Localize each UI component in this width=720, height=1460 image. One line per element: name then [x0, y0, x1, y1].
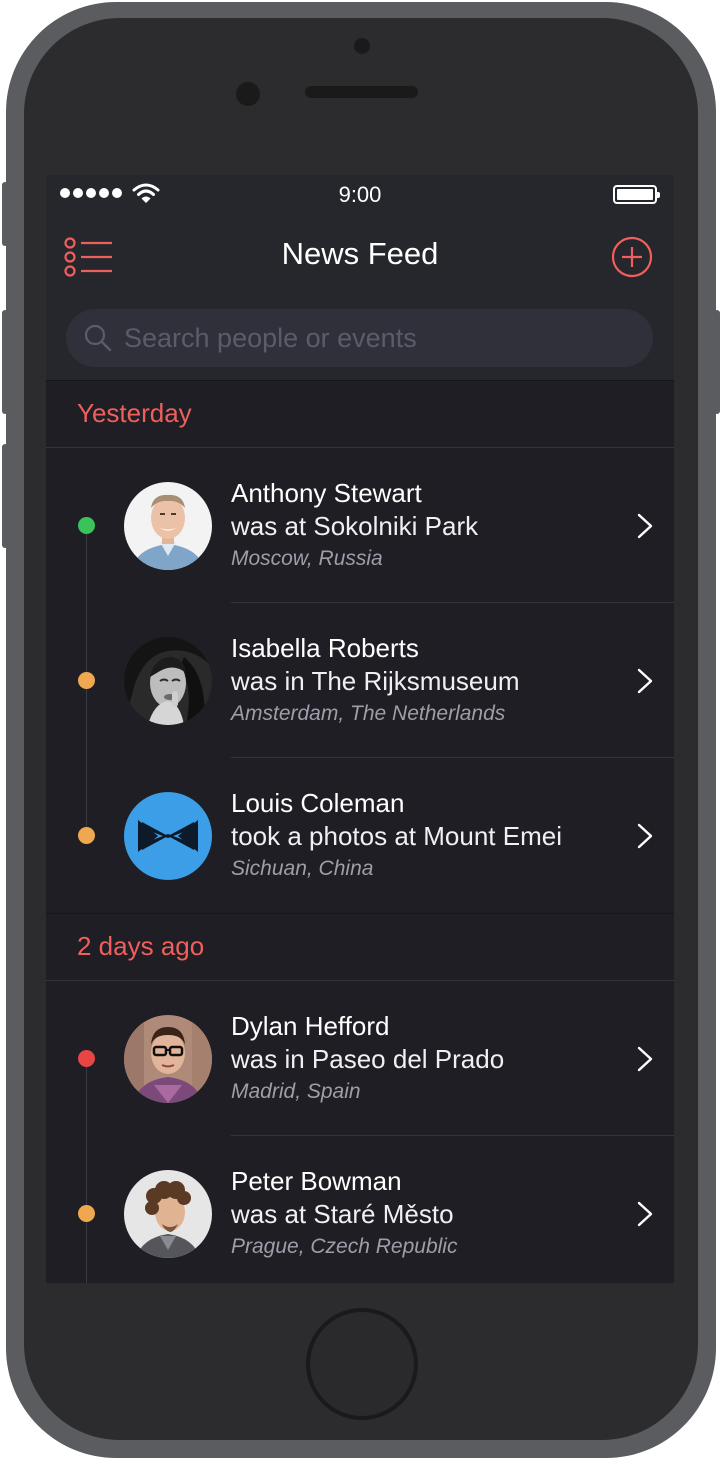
status-dot [78, 672, 95, 689]
location-text: Prague, Czech Republic [231, 1235, 458, 1258]
avatar [124, 1170, 212, 1258]
location-text: Moscow, Russia [231, 547, 383, 570]
front-camera [354, 38, 370, 54]
person-name: Isabella Roberts [231, 633, 419, 663]
chevron-right-icon [637, 668, 653, 694]
search-icon [84, 324, 112, 352]
status-bar: 9:00 [46, 175, 674, 215]
person-name: Dylan Hefford [231, 1011, 390, 1041]
chevron-right-icon [637, 513, 653, 539]
power-button [714, 310, 720, 414]
feed-item[interactable]: Louis Coleman took a photos at Mount Eme… [46, 758, 674, 913]
section-title: 2 days ago [77, 931, 205, 961]
mute-switch [2, 182, 8, 246]
section-header-2-days-ago: 2 days ago [46, 913, 674, 981]
feed-item[interactable]: Peter Bowman was at Staré Město Prague, … [46, 1136, 674, 1283]
person-name: Anthony Stewart [231, 478, 422, 508]
activity-text: took a photos at Mount Emei [231, 821, 562, 851]
status-time: 9:00 [338, 182, 382, 207]
activity-text: was at Sokolniki Park [231, 511, 479, 541]
battery-icon [613, 185, 660, 204]
section-header-yesterday: Yesterday [46, 380, 674, 448]
location-text: Madrid, Spain [231, 1080, 361, 1103]
avatar [124, 1015, 212, 1103]
earpiece-speaker [305, 86, 418, 98]
feed-item[interactable]: Anthony Stewart was at Sokolniki Park Mo… [46, 448, 674, 603]
person-name: Peter Bowman [231, 1166, 402, 1196]
navigation-bar: News Feed [46, 225, 674, 289]
feed-item[interactable]: Isabella Roberts was in The Rijksmuseum … [46, 603, 674, 758]
search-input[interactable] [124, 309, 634, 367]
status-dot [78, 517, 95, 534]
feed-item[interactable]: Dylan Hefford was in Paseo del Prado Mad… [46, 981, 674, 1136]
header: 9:00 News Feed [46, 175, 674, 380]
location-text: Sichuan, China [231, 857, 374, 880]
chevron-right-icon [637, 1046, 653, 1072]
section-title: Yesterday [77, 398, 192, 428]
location-text: Amsterdam, The Netherlands [231, 702, 506, 725]
avatar [124, 637, 212, 725]
home-button[interactable] [306, 1308, 418, 1420]
screen: 9:00 News Feed Search people or events Y… [46, 175, 674, 1283]
search-bar[interactable] [66, 309, 653, 367]
activity-text: was at Staré Město [231, 1199, 454, 1229]
status-dot [78, 827, 95, 844]
avatar [124, 482, 212, 570]
activity-text: was in The Rijksmuseum [231, 666, 520, 696]
page-title: News Feed [281, 236, 439, 271]
chevron-right-icon [637, 1201, 653, 1227]
chevron-right-icon [637, 823, 653, 849]
avatar [124, 792, 212, 880]
volume-down-button [2, 444, 8, 548]
volume-up-button [2, 310, 8, 414]
proximity-sensor [236, 82, 260, 106]
status-dot [78, 1050, 95, 1067]
person-name: Louis Coleman [231, 788, 405, 818]
status-dot [78, 1205, 95, 1222]
add-icon[interactable] [611, 236, 653, 278]
activity-text: was in Paseo del Prado [231, 1044, 505, 1074]
